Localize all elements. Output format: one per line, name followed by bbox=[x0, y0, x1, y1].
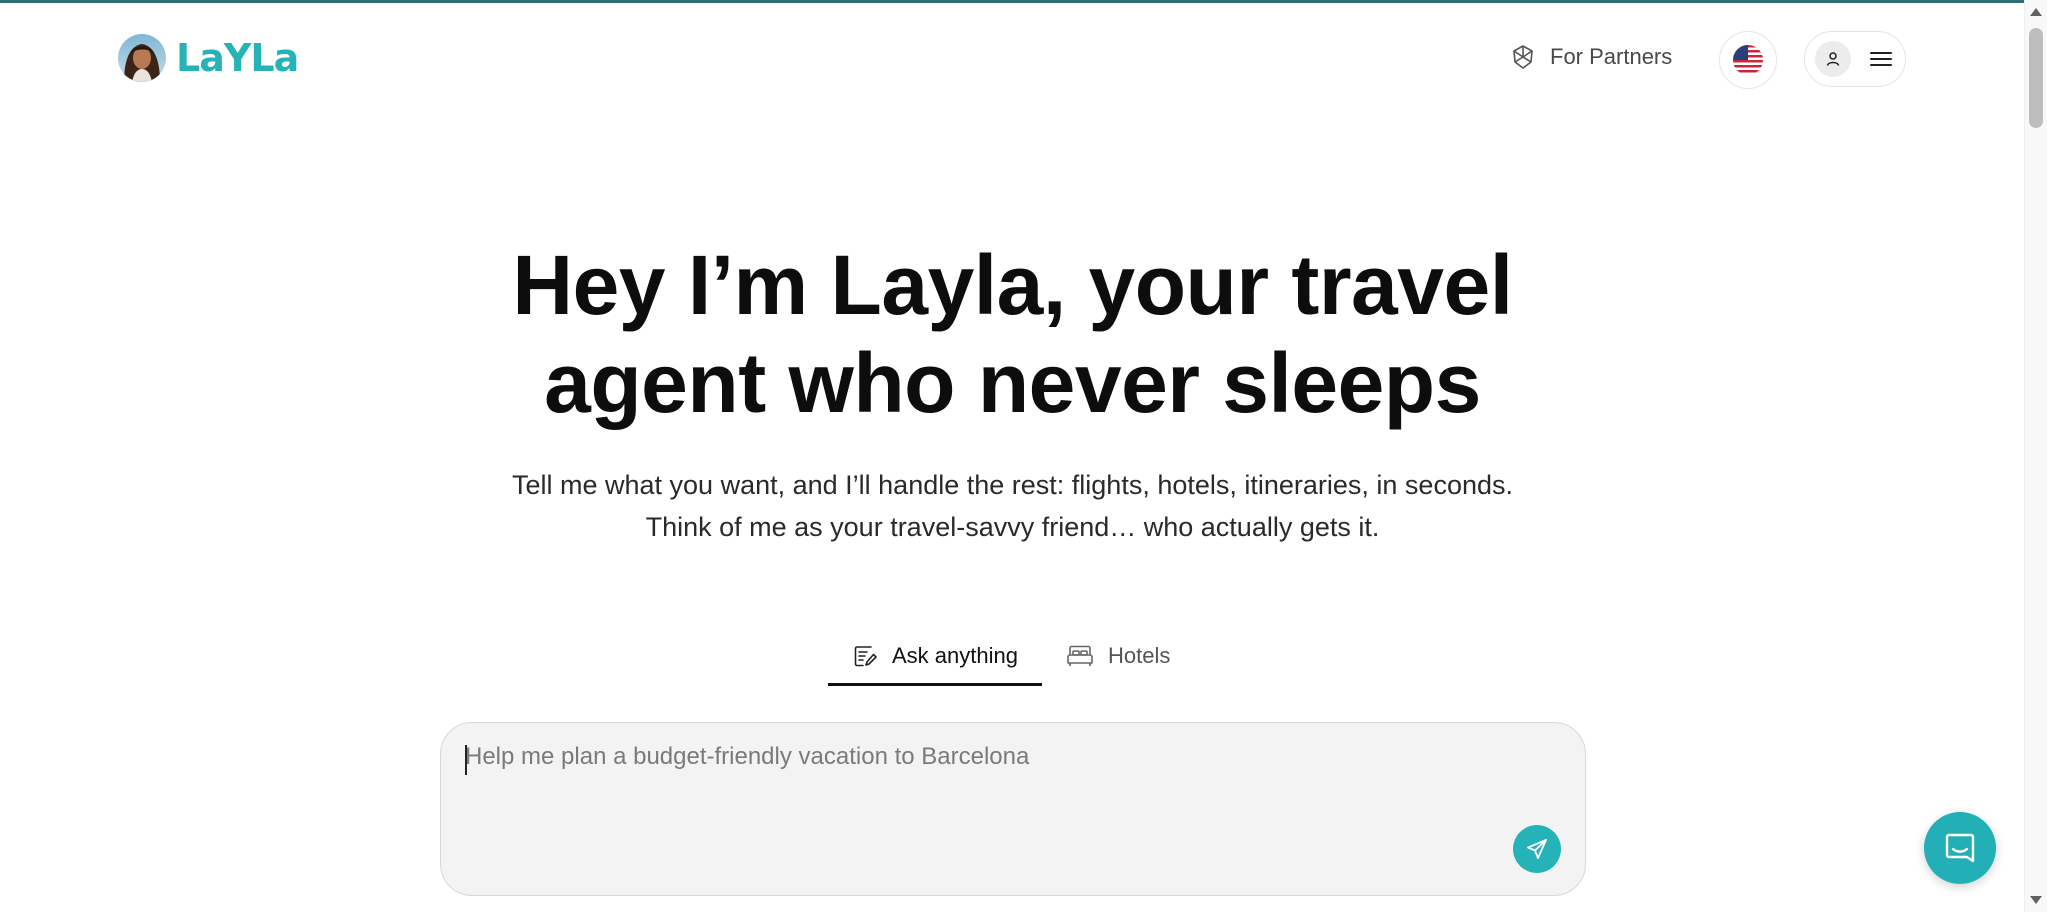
hero-title-line-2: agent who never sleeps bbox=[544, 336, 1481, 430]
tab-ask-anything[interactable]: Ask anything bbox=[828, 628, 1042, 686]
layla-wordmark: LaYLa bbox=[176, 36, 299, 80]
chat-prompt-input[interactable] bbox=[465, 743, 1505, 853]
tab-hotels-label: Hotels bbox=[1107, 642, 1171, 668]
edit-note-icon bbox=[854, 645, 877, 666]
partners-network-icon bbox=[1513, 45, 1533, 69]
scroll-down-arrow-icon[interactable] bbox=[2030, 896, 2042, 904]
chat-bubble-icon bbox=[1945, 833, 1975, 863]
top-accent-line bbox=[0, 0, 2047, 3]
send-icon bbox=[1527, 839, 1547, 859]
hero-title: Hey I’m Layla, your travel agent who nev… bbox=[0, 236, 2025, 432]
tab-ask-anything-label: Ask anything bbox=[892, 642, 1018, 668]
account-menu-button[interactable] bbox=[1804, 31, 1906, 87]
bed-icon bbox=[1067, 645, 1093, 666]
hamburger-menu-icon bbox=[1870, 52, 1892, 66]
chat-launcher-button[interactable] bbox=[1924, 812, 1996, 884]
user-icon bbox=[1815, 41, 1851, 77]
scroll-thumb[interactable] bbox=[2029, 28, 2043, 128]
hero-subtitle-line-2: Think of me as your travel-savvy friend…… bbox=[645, 512, 1380, 542]
hero-subtitle: Tell me what you want, and I’ll handle t… bbox=[0, 464, 2025, 548]
hero-title-line-1: Hey I’m Layla, your travel bbox=[512, 238, 1513, 332]
for-partners-label: For Partners bbox=[1550, 44, 1673, 69]
layla-avatar bbox=[118, 34, 166, 82]
text-caret bbox=[465, 745, 467, 775]
language-selector-button[interactable] bbox=[1719, 31, 1777, 89]
mode-tabs: Ask anything Hotels bbox=[828, 628, 1194, 686]
us-flag-icon bbox=[1733, 45, 1763, 75]
page: LaYLa For Partners Hey I’m Layla, your t… bbox=[0, 0, 2047, 912]
send-button[interactable] bbox=[1513, 825, 1561, 873]
page-scrollbar[interactable] bbox=[2024, 0, 2047, 912]
for-partners-link[interactable]: For Partners bbox=[1510, 44, 1672, 70]
hero-subtitle-line-1: Tell me what you want, and I’ll handle t… bbox=[511, 470, 1514, 500]
tab-hotels[interactable]: Hotels bbox=[1042, 628, 1194, 686]
layla-logo-link[interactable]: LaYLa bbox=[118, 34, 299, 82]
chat-input-box bbox=[440, 722, 1586, 896]
scroll-up-arrow-icon[interactable] bbox=[2030, 8, 2042, 16]
